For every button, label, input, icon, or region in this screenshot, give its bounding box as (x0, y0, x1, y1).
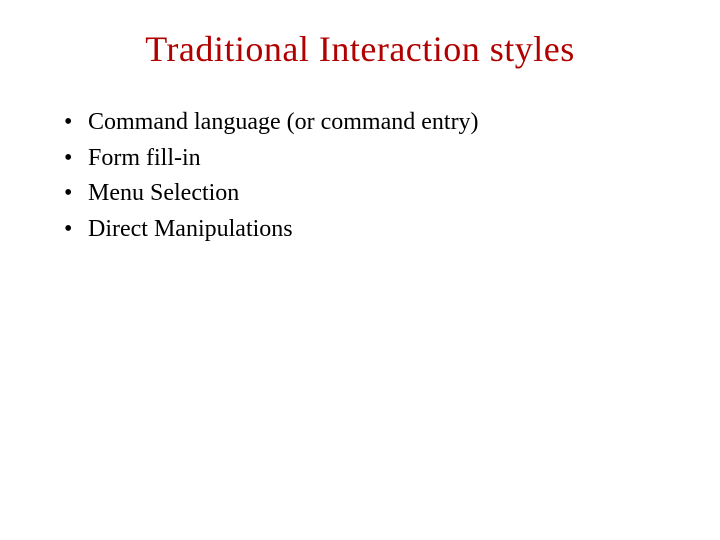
list-item: • Menu Selection (64, 177, 660, 211)
bullet-icon: • (64, 106, 88, 140)
slide: Traditional Interaction styles • Command… (0, 0, 720, 540)
bullet-text: Form fill-in (88, 142, 660, 176)
bullet-icon: • (64, 142, 88, 176)
slide-title: Traditional Interaction styles (60, 28, 660, 70)
list-item: • Direct Manipulations (64, 213, 660, 247)
bullet-text: Direct Manipulations (88, 213, 660, 247)
bullet-icon: • (64, 177, 88, 211)
list-item: • Form fill-in (64, 142, 660, 176)
bullet-icon: • (64, 213, 88, 247)
bullet-text: Command language (or command entry) (88, 106, 660, 140)
list-item: • Command language (or command entry) (64, 106, 660, 140)
bullet-list: • Command language (or command entry) • … (60, 106, 660, 246)
bullet-text: Menu Selection (88, 177, 660, 211)
